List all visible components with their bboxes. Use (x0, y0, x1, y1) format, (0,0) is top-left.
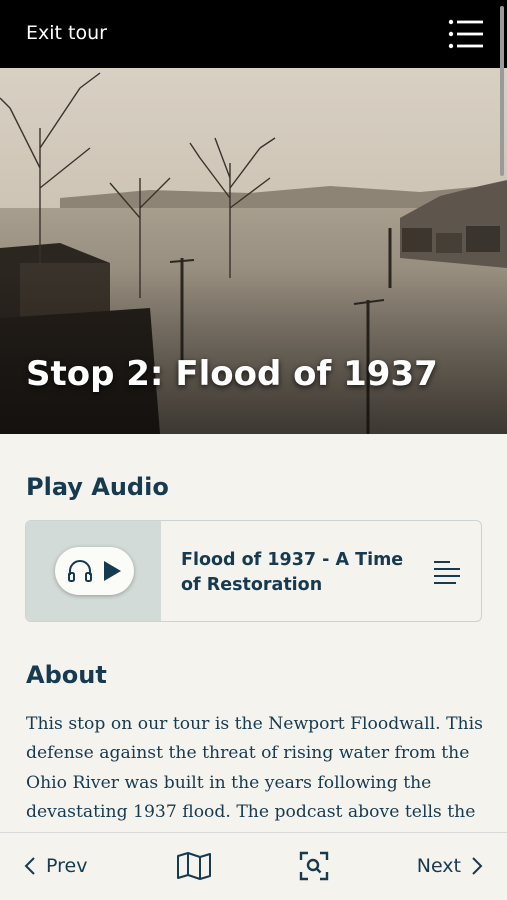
next-label: Next (416, 855, 461, 877)
audio-controls-panel (26, 521, 161, 621)
audio-card[interactable]: Flood of 1937 - A Time of Restoration (25, 520, 482, 622)
scan-search-icon[interactable] (299, 851, 329, 881)
transcript-icon[interactable] (433, 559, 461, 585)
prev-label: Prev (46, 855, 88, 877)
bottom-nav-bar: Prev Next (0, 832, 507, 900)
play-audio-heading: Play Audio (26, 473, 169, 501)
hero-image: Stop 2: Flood of 1937 (0, 68, 507, 434)
chevron-left-icon (24, 857, 35, 875)
audio-track-title[interactable]: Flood of 1937 - A Time of Restoration (181, 548, 426, 598)
next-button[interactable]: Next (417, 853, 483, 879)
headphones-icon (68, 560, 92, 582)
about-text: This stop on our tour is the Newport Flo… (26, 714, 483, 822)
map-icon[interactable] (176, 852, 212, 880)
play-icon (104, 561, 121, 581)
list-menu-icon[interactable] (447, 18, 485, 50)
top-bar: Exit tour (0, 0, 507, 68)
play-audio-button[interactable] (55, 547, 134, 595)
exit-tour-button[interactable]: Exit tour (26, 22, 107, 44)
about-heading: About (26, 661, 107, 689)
page-title: Stop 2: Flood of 1937 (26, 354, 438, 394)
prev-button[interactable]: Prev (24, 853, 87, 879)
chevron-right-icon (472, 857, 483, 875)
scrollbar[interactable] (500, 6, 504, 176)
